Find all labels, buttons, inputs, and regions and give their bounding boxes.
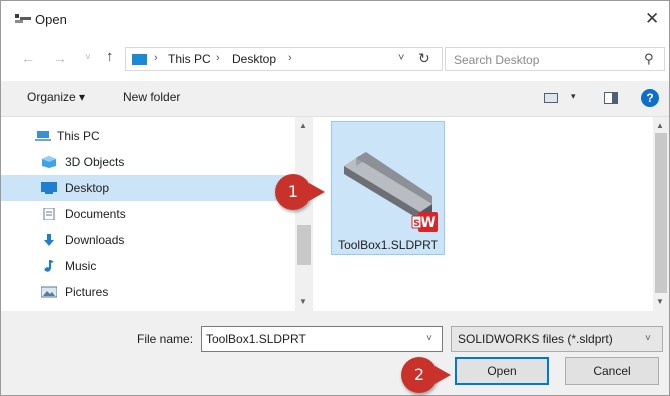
sidebar-item-label: Pictures bbox=[65, 285, 109, 299]
recent-locations-chevron-icon[interactable]: ˅ bbox=[85, 52, 91, 63]
3d-objects-icon bbox=[42, 156, 56, 168]
address-dropdown-chevron-icon[interactable]: ˅ bbox=[398, 52, 404, 64]
up-arrow-icon[interactable]: ↑ bbox=[106, 48, 114, 65]
scroll-down-arrow-icon[interactable]: ▼ bbox=[299, 297, 307, 306]
navigation-scrollbar[interactable]: ▲ ▼ bbox=[295, 117, 313, 311]
command-toolbar: Organize ▾ New folder ▾ ? bbox=[1, 81, 669, 117]
sidebar-item-label: Documents bbox=[65, 207, 126, 221]
open-button[interactable]: Open bbox=[455, 357, 549, 385]
file-type-value: SOLIDWORKS files (*.sldprt) bbox=[458, 332, 613, 346]
preview-pane-icon[interactable] bbox=[604, 92, 618, 104]
file-item-toolbox1[interactable]: W S ToolBox1.SLDPRT bbox=[331, 121, 445, 255]
dialog-app-icon bbox=[15, 14, 31, 23]
file-name-dropdown-chevron-icon[interactable]: ˅ bbox=[426, 333, 432, 344]
music-icon bbox=[44, 260, 54, 272]
file-pane-scrollbar[interactable]: ▲ ▼ bbox=[653, 117, 669, 311]
address-bar[interactable]: › This PC › Desktop › ˅ ↻ bbox=[125, 47, 443, 71]
step-1-callout: 1 bbox=[275, 174, 311, 210]
back-arrow-icon[interactable]: ← bbox=[21, 50, 35, 66]
file-name-label: File name: bbox=[137, 332, 194, 346]
desktop-icon bbox=[41, 182, 57, 194]
search-icon[interactable]: ⚲ bbox=[644, 51, 654, 67]
pictures-icon bbox=[41, 286, 57, 298]
file-type-select[interactable]: SOLIDWORKS files (*.sldprt) ˅ bbox=[451, 326, 663, 352]
breadcrumb-separator: › bbox=[154, 52, 158, 64]
new-folder-button[interactable]: New folder bbox=[123, 90, 180, 104]
file-list-pane: W S ToolBox1.SLDPRT ▲ ▼ bbox=[313, 117, 669, 311]
breadcrumb-desktop[interactable]: Desktop bbox=[232, 52, 276, 66]
scrollbar-thumb[interactable] bbox=[655, 133, 667, 293]
file-name-field[interactable]: ToolBox1.SLDPRT ˅ bbox=[201, 326, 443, 352]
sidebar-item-label: Music bbox=[65, 259, 97, 273]
breadcrumb-this-pc[interactable]: This PC bbox=[168, 52, 211, 66]
sidebar-item-label: Desktop bbox=[65, 181, 110, 195]
sidebar-item-downloads[interactable]: Downloads bbox=[1, 227, 295, 253]
solidworks-badge-letter: W bbox=[420, 215, 435, 231]
sidebar-item-3d-objects[interactable]: 3D Objects bbox=[1, 149, 295, 175]
scroll-up-arrow-icon[interactable]: ▲ bbox=[656, 121, 664, 130]
file-name-label: ToolBox1.SLDPRT bbox=[338, 238, 438, 252]
cancel-button[interactable]: Cancel bbox=[565, 357, 659, 385]
scroll-down-arrow-icon[interactable]: ▼ bbox=[656, 297, 664, 306]
step-2-callout: 2 bbox=[401, 357, 437, 393]
documents-icon bbox=[43, 208, 55, 220]
help-icon[interactable]: ? bbox=[641, 89, 659, 107]
sidebar-item-desktop[interactable]: Desktop bbox=[1, 175, 295, 201]
view-options-dropdown-icon[interactable]: ▾ bbox=[571, 91, 576, 102]
refresh-icon[interactable]: ↻ bbox=[418, 50, 430, 67]
pc-icon bbox=[35, 131, 51, 141]
open-dialog: Open ✕ ← → ˅ ↑ › This PC › Desktop › ˅ ↻… bbox=[0, 0, 670, 396]
title-bar: Open ✕ bbox=[1, 1, 669, 37]
file-type-dropdown-chevron-icon[interactable]: ˅ bbox=[645, 333, 651, 344]
sidebar-item-label: Downloads bbox=[65, 233, 125, 247]
breadcrumb-separator: › bbox=[216, 52, 220, 64]
dialog-footer: File name: ToolBox1.SLDPRT ˅ SOLIDWORKS … bbox=[1, 311, 669, 395]
step-2-callout-pointer bbox=[435, 366, 451, 384]
change-view-icon[interactable] bbox=[544, 93, 558, 103]
downloads-icon bbox=[44, 234, 54, 246]
sidebar-item-label: This PC bbox=[57, 129, 100, 143]
search-input[interactable]: Search Desktop ⚲ bbox=[445, 47, 665, 71]
organize-button[interactable]: Organize ▾ bbox=[27, 90, 85, 104]
pc-icon bbox=[132, 54, 147, 65]
file-name-value: ToolBox1.SLDPRT bbox=[206, 332, 306, 346]
scroll-up-arrow-icon[interactable]: ▲ bbox=[299, 121, 307, 130]
scrollbar-thumb[interactable] bbox=[297, 225, 311, 265]
sidebar-item-pictures[interactable]: Pictures bbox=[1, 279, 295, 305]
breadcrumb-separator[interactable]: › bbox=[288, 52, 292, 64]
sidebar-item-label: 3D Objects bbox=[65, 155, 125, 169]
svg-text:S: S bbox=[413, 219, 419, 229]
forward-arrow-icon[interactable]: → bbox=[53, 50, 67, 66]
step-1-callout-pointer bbox=[309, 183, 325, 201]
search-placeholder: Search Desktop bbox=[454, 53, 540, 67]
solidworks-part-icon: W S bbox=[344, 152, 438, 232]
sidebar-item-this-pc[interactable]: This PC bbox=[1, 123, 295, 149]
address-row: ← → ˅ ↑ › This PC › Desktop › ˅ ↻ Search… bbox=[1, 37, 669, 81]
dialog-title: Open bbox=[35, 12, 67, 27]
sidebar-item-documents[interactable]: Documents bbox=[1, 201, 295, 227]
close-icon[interactable]: ✕ bbox=[645, 9, 659, 29]
sidebar-item-music[interactable]: Music bbox=[1, 253, 295, 279]
navigation-pane: This PC 3D Objects Desktop Documents Dow… bbox=[1, 117, 313, 311]
